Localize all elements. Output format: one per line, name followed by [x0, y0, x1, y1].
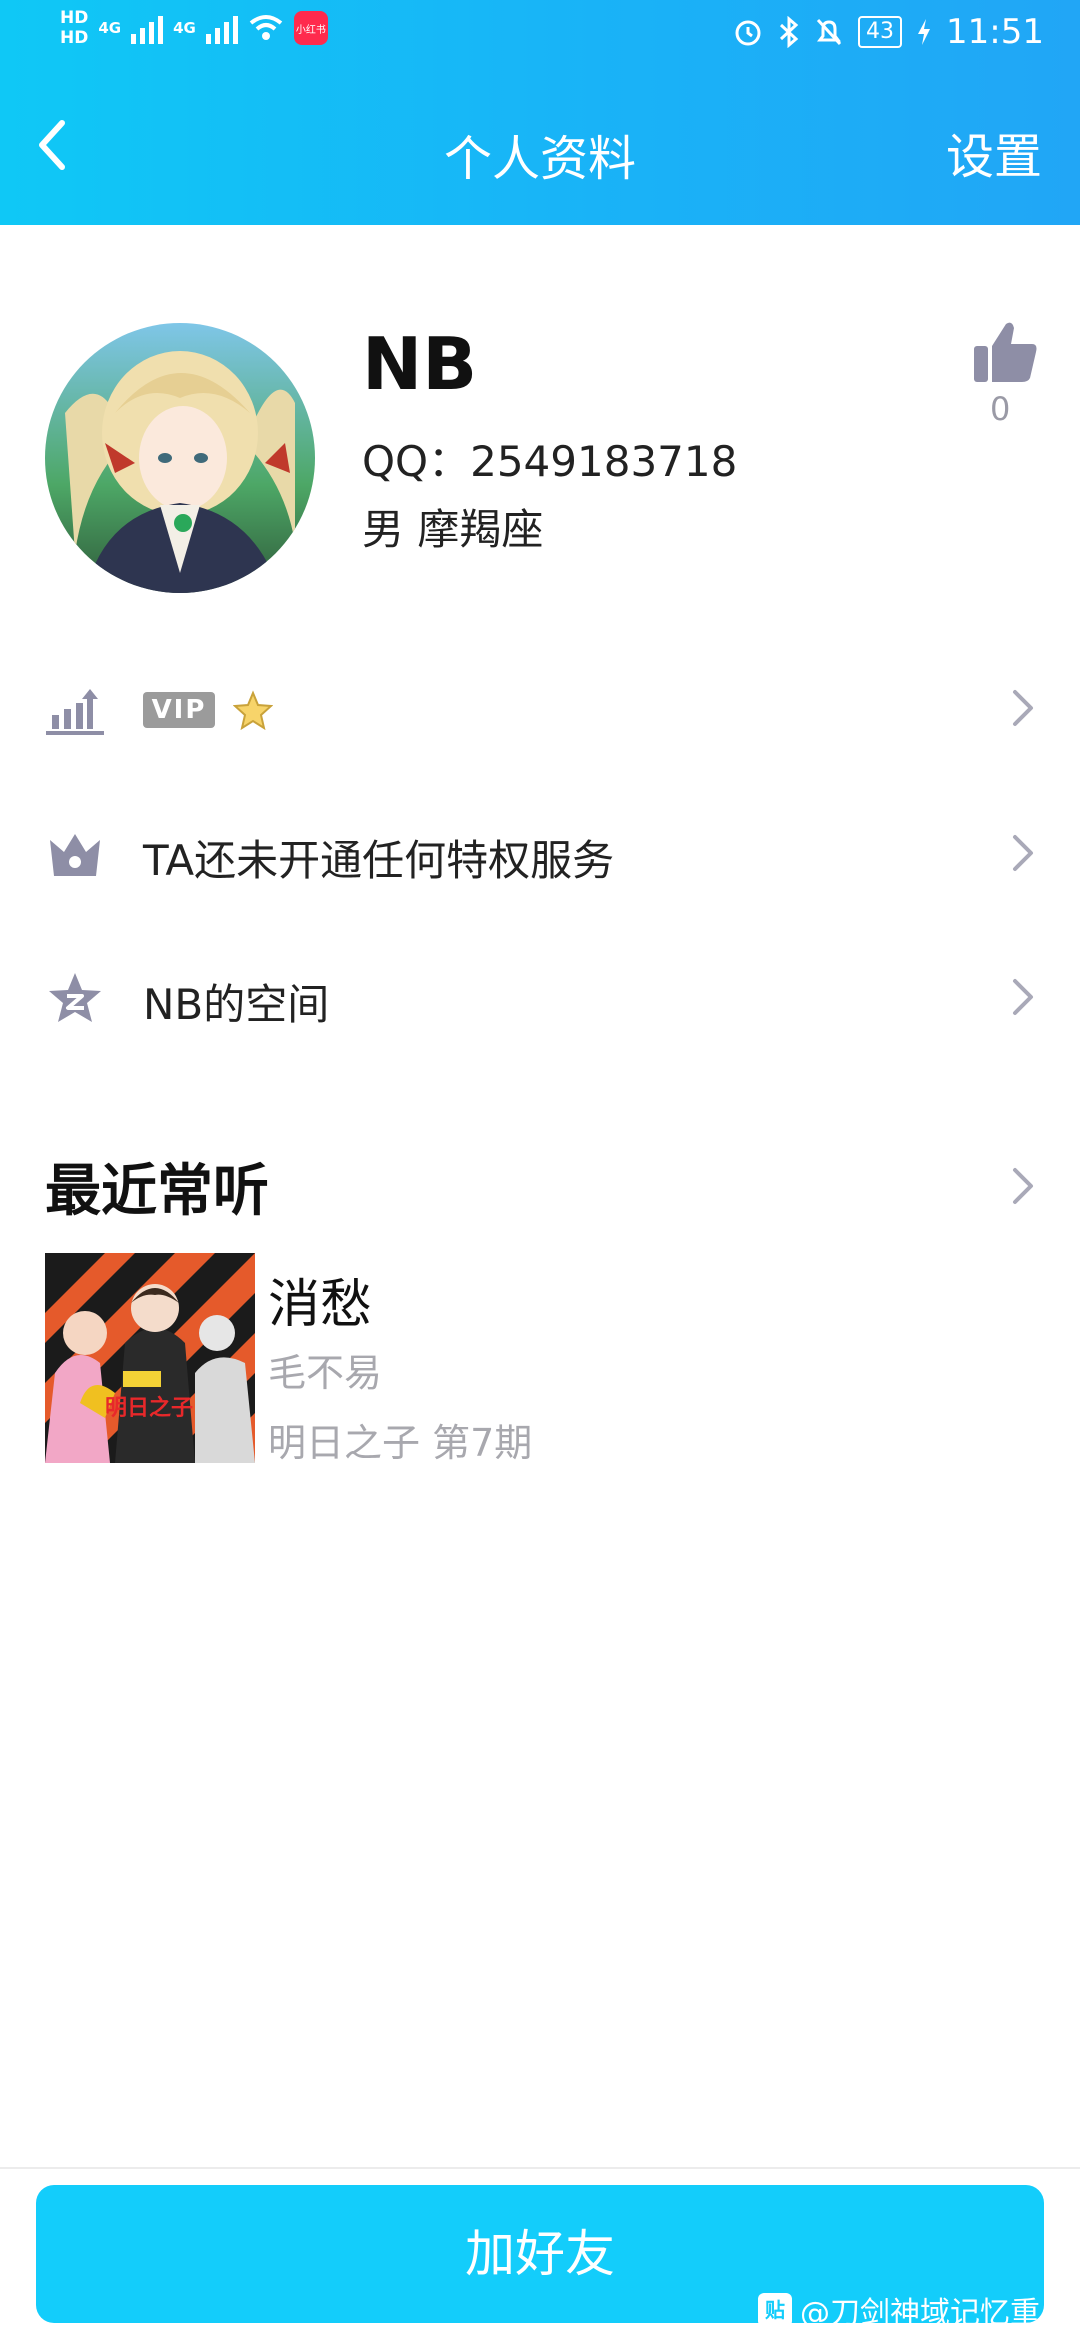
privilege-text: TA还未开通任何特权服务: [143, 836, 615, 885]
hd-label-2: HD: [60, 28, 89, 48]
song-album: 明日之子 第7期: [268, 1421, 533, 1465]
wifi-icon: [249, 15, 283, 40]
song-artist: 毛不易: [268, 1351, 383, 1395]
page-title: 个人资料: [443, 131, 636, 187]
header-bar: HD HD 4G 4G 小红书 43 11:51 个人资料 设置: [0, 0, 1080, 225]
like-count: 0: [990, 390, 1011, 428]
avatar[interactable]: [45, 323, 315, 593]
svg-text:明日之子: 明日之子: [105, 1395, 193, 1421]
xiaohongshu-app-icon: 小红书: [293, 11, 328, 45]
album-cover[interactable]: 明日之子: [45, 1253, 255, 1463]
chevron-right-icon: [1013, 835, 1033, 871]
privilege-row[interactable]: TA还未开通任何特权服务: [0, 799, 1080, 909]
status-right: 43 11:51: [732, 12, 1044, 52]
hd-label-1: HD: [60, 8, 89, 28]
qq-number: QQ：2549183718: [362, 437, 738, 486]
qzone-text: NB的空间: [143, 980, 330, 1029]
clock-time: 11:51: [946, 12, 1044, 52]
profile-name: NB: [362, 322, 478, 406]
qzone-row[interactable]: NB的空间: [0, 943, 1080, 1053]
charging-icon: [918, 19, 931, 45]
vip-level-row[interactable]: VIP: [0, 654, 1080, 764]
chevron-right-icon[interactable]: [1011, 1166, 1035, 1206]
gender-zodiac: 男 摩羯座: [362, 505, 544, 554]
watermark: 贴 @刀剑神域记忆重…: [758, 2288, 1070, 2332]
vip-badge: VIP: [143, 692, 215, 728]
battery-level: 43: [858, 16, 903, 48]
footer-divider: [0, 2167, 1080, 2169]
watermark-text: @刀剑神域记忆重…: [800, 2296, 1070, 2331]
network-type-2: 4G: [173, 19, 196, 37]
signal-icon: [131, 12, 164, 44]
thumbs-up-icon[interactable]: [970, 316, 1042, 388]
chevron-right-icon: [1013, 690, 1033, 726]
song-title: 消愁: [268, 1275, 373, 1335]
chevron-right-icon: [1013, 979, 1033, 1015]
signal-icon-2: [205, 12, 238, 44]
level-up-icon: [46, 689, 104, 735]
mute-icon: [816, 18, 842, 46]
qzone-star-icon: [49, 973, 101, 1022]
hd-indicators: HD HD: [60, 8, 88, 48]
navigation-bar: 个人资料 设置: [0, 95, 1080, 205]
settings-button[interactable]: 设置: [946, 117, 1042, 187]
star-icon: [233, 690, 273, 730]
recent-music-title: 最近常听: [45, 1159, 269, 1224]
network-type-1: 4G: [98, 19, 122, 37]
tieba-icon: 贴: [758, 2293, 792, 2327]
bluetooth-icon: [779, 16, 799, 48]
alarm-icon: [735, 20, 761, 46]
status-bar: HD HD 4G 4G 小红书 43 11:51: [0, 0, 1080, 72]
status-left: HD HD 4G 4G 小红书: [60, 8, 328, 48]
crown-icon: [50, 834, 100, 876]
